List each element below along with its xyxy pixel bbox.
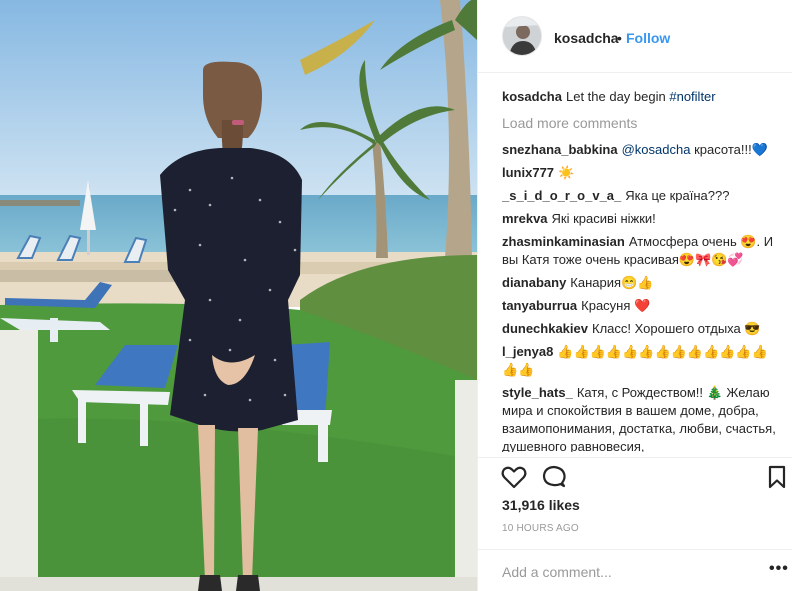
avatar-image bbox=[503, 17, 541, 55]
comment-text: красота!!!💙 bbox=[694, 142, 768, 157]
comment-text: Красуня ❤️ bbox=[581, 298, 651, 313]
comment-item: snezhana_babkina @kosadcha красота!!!💙 bbox=[502, 141, 777, 159]
comment-username[interactable]: dunechkakiev bbox=[502, 321, 588, 336]
follow-button[interactable]: Follow bbox=[626, 30, 670, 46]
comment-text: Канария😁👍 bbox=[570, 275, 654, 290]
header-separator: • bbox=[617, 30, 622, 46]
comment-item: dianabany Канария😁👍 bbox=[502, 274, 777, 292]
action-bar bbox=[478, 457, 792, 493]
comment-username[interactable]: mrekva bbox=[502, 211, 548, 226]
bookmark-icon[interactable] bbox=[763, 463, 791, 491]
comment-item: tanyaburrua Красуня ❤️ bbox=[502, 297, 777, 315]
comment-text: ☀️ bbox=[558, 165, 575, 180]
comment-item: zhasminkaminasian Атмосфера очень 😍. И вы… bbox=[502, 233, 777, 269]
header-username[interactable]: kosadcha bbox=[554, 30, 619, 46]
comment-text: Класс! Хорошего отдыха 😎 bbox=[592, 321, 761, 336]
avatar[interactable] bbox=[502, 16, 542, 56]
caption-hashtag[interactable]: #nofilter bbox=[669, 89, 715, 104]
comment-username[interactable]: tanyaburrua bbox=[502, 298, 577, 313]
comment-username[interactable]: snezhana_babkina bbox=[502, 142, 618, 157]
caption-username[interactable]: kosadcha bbox=[502, 89, 562, 104]
post-timestamp[interactable]: 10 HOURS AGO bbox=[502, 523, 579, 534]
comments-list[interactable]: kosadcha Let the day begin #nofilter Load… bbox=[502, 88, 777, 452]
comment-username[interactable]: style_hats_ bbox=[502, 385, 573, 400]
comment-text: Яка це країна??? bbox=[625, 188, 730, 203]
comment-text: Які красиві ніжки! bbox=[551, 211, 656, 226]
heart-icon[interactable] bbox=[500, 463, 528, 491]
comment-username[interactable]: lunix777 bbox=[502, 165, 554, 180]
comment-item: l_jenya8 👍👍👍👍👍👍👍👍👍👍👍👍👍👍👍 bbox=[502, 343, 777, 379]
post-photo[interactable] bbox=[0, 0, 477, 591]
more-options-button[interactable]: ••• bbox=[769, 560, 789, 578]
comment-username[interactable]: l_jenya8 bbox=[502, 344, 553, 359]
comment-username[interactable]: zhasminkaminasian bbox=[502, 234, 625, 249]
comment-item: lunix777 ☀️ bbox=[502, 164, 777, 182]
add-comment-bar: ••• bbox=[478, 549, 792, 591]
comment-username[interactable]: _s_i_d_o_r_o_v_a_ bbox=[502, 188, 621, 203]
comment-item: dunechkakiev Класс! Хорошего отдыха 😎 bbox=[502, 320, 777, 338]
comment-icon[interactable] bbox=[540, 463, 568, 491]
comment-item: _s_i_d_o_r_o_v_a_ Яка це країна??? bbox=[502, 187, 777, 205]
comment-item: style_hats_ Катя, с Рождеством!! 🎄 Желаю … bbox=[502, 384, 777, 452]
beach-photo bbox=[0, 0, 477, 591]
likes-count[interactable]: 31,916 likes bbox=[502, 497, 580, 513]
comment-mention[interactable]: @kosadcha bbox=[622, 142, 691, 157]
comment-username[interactable]: dianabany bbox=[502, 275, 566, 290]
post-header: kosadcha • Follow bbox=[478, 0, 792, 73]
caption-text: Let the day begin bbox=[565, 89, 666, 104]
comment-item: mrekva Які красиві ніжки! bbox=[502, 210, 777, 228]
load-more-comments-button[interactable]: Load more comments bbox=[502, 114, 777, 132]
caption: kosadcha Let the day begin #nofilter bbox=[502, 88, 777, 106]
add-comment-input[interactable] bbox=[500, 560, 754, 584]
post-panel: kosadcha • Follow kosadcha Let the day be… bbox=[477, 0, 792, 591]
